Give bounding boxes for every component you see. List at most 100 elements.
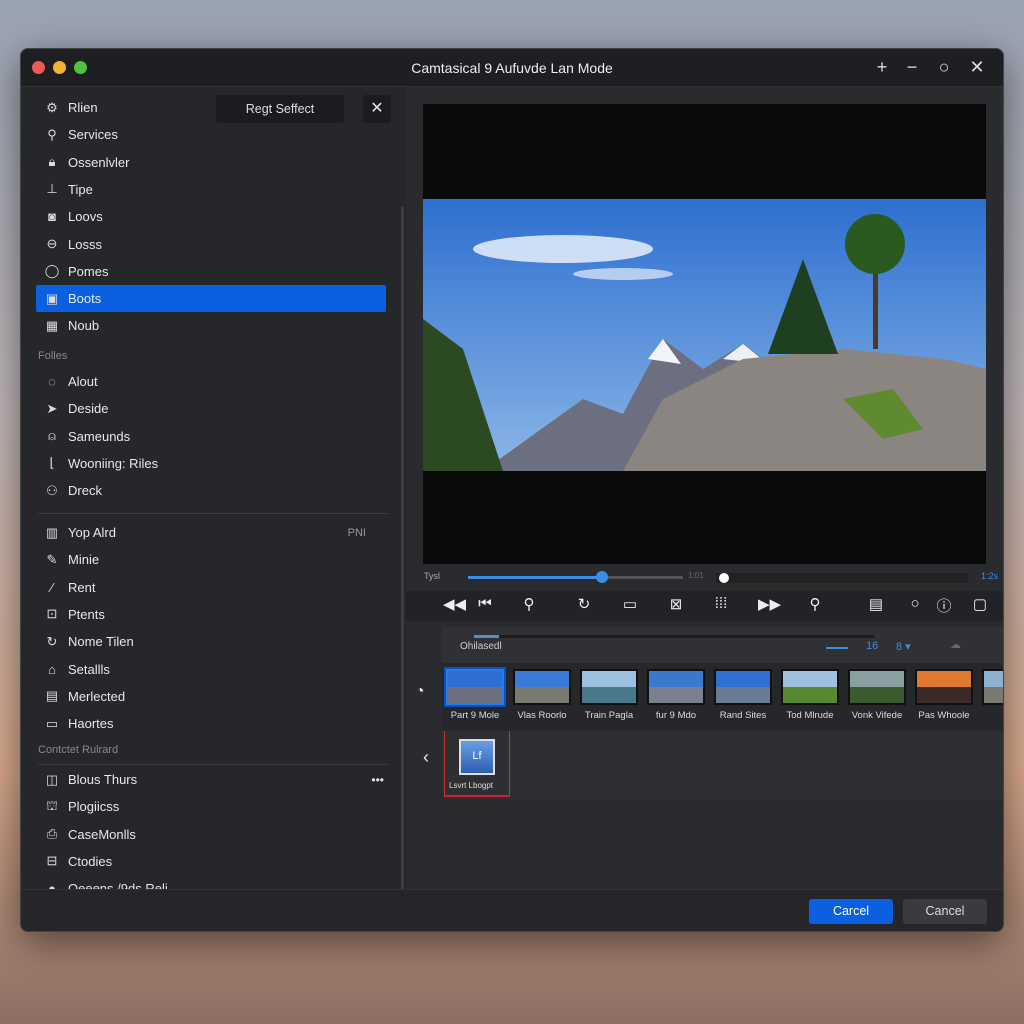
sidebar-item-sameunds[interactable]: ⍝ Sameunds [36,423,386,450]
sidebar-item-blous-thurs[interactable]: ◫ Blous Thurs ••• [36,766,386,793]
sidebar-item-losss[interactable]: ⊖ Losss [36,231,386,258]
sidebar-item-rlien[interactable]: ⚙ Rlien [36,94,386,121]
sidebar-item-ctodies[interactable]: ⊟ Ctodies [36,848,386,875]
sidebar-item-deside[interactable]: ➤ Deside [36,395,386,422]
sidebar-item-ossenlvler[interactable]: 🔒︎ Ossenlvler [36,149,386,176]
bell-icon: ⍝ [48,428,56,444]
cancel-button[interactable]: Cancel [903,899,987,924]
record-icon[interactable]: ○ [904,595,926,612]
sidebar-item-setallls[interactable]: ⌂ Setallls [36,656,386,683]
clip-thumbnail[interactable] [714,669,772,705]
volume-track[interactable] [716,573,968,583]
sidebar-item-label: Rent [68,579,96,595]
sidebar-item-label: Losss [68,236,102,252]
sidebar-item-nome-tilen[interactable]: ↻ Nome Tilen [36,628,386,655]
back-chevron-icon[interactable]: ‹ [423,747,429,768]
sidebar-item-plogiicss[interactable]: ⛫ Plogiicss [36,793,386,820]
crop-icon[interactable]: ▭ [619,595,641,613]
clip-thumbnail[interactable] [580,669,638,705]
rewind-icon[interactable]: ◀◀ [443,595,466,613]
add-icon[interactable]: + [871,57,893,78]
sidebar-scrollbar[interactable] [401,207,404,889]
sidebar-item-merlected[interactable]: ▤ Merlected [36,683,386,710]
file-icon: ⌊ [49,455,55,471]
briefcase-icon: ⊡ [46,606,58,622]
folder-icon: ▣ [45,290,59,306]
divider [38,513,388,514]
clip-thumbnail[interactable] [781,669,839,705]
sidebar-item-ptents[interactable]: ⊡ Ptents [36,601,386,628]
sidebar-item-label: Loovs [68,209,103,225]
sidebar-item-services[interactable]: ⚲ Services [36,121,386,148]
clip-label: Pas Whoole [918,710,970,721]
gear-icon: ⚙ [46,99,58,115]
sidebar-item-casemonlls[interactable]: ⎙ CaseMonlls [36,821,386,848]
sidebar-item-rent[interactable]: ⁄ Rent [36,574,386,601]
clip-thumbnail[interactable] [848,669,906,705]
editor-main: Tysl 1:01 1:2s ◀◀ ⏮ ⚲ ↻ ▭ ⊠ ⁞⁞⁞ ▶▶ ⚲ ▤ ○… [406,87,1003,889]
sidebar-item-haortes[interactable]: ▭ Haortes [36,710,386,737]
clip-strip: Part 9 Mole Vlas Roorlo Train Pagla fur 9 M… [442,663,1003,731]
circle-icon: ● [48,881,56,889]
clip-thumbnail[interactable] [647,669,705,705]
clip-label: Hori [978,710,1003,721]
progress-handle[interactable] [596,571,608,583]
track-count-dropdown[interactable]: 8 ▾ [896,640,911,653]
sidebar-item-label: Plogiicss [68,799,120,815]
clip-thumbnail[interactable] [513,669,571,705]
info-icon[interactable]: ⓘ [933,595,955,616]
sidebar-item-yop-alrd[interactable]: ▥ Yop Alrd PNI [36,519,386,546]
clip-thumbnail[interactable] [982,669,1003,705]
sidebar-item-boots[interactable]: ▣ Boots [36,285,386,313]
clip-thumbnail-icon: Lf [459,739,495,775]
pencil-icon: ✎ [46,551,58,567]
marker-icon[interactable]: ⚲ [518,595,540,613]
sidebar-item-label: Oeeens /9ds Reli [68,881,168,889]
sidebar-item-label: Alout [68,374,98,389]
sidebar-item-dreck[interactable]: ⚇ Dreck [36,477,386,504]
sidebar-item-oeeens-9ds-reli[interactable]: ● Oeeens /9ds Reli [36,875,386,889]
sidebar-item-pomes[interactable]: ◯ Pomes [36,258,386,285]
step-icon[interactable]: ⏮ [474,595,496,612]
volume-handle[interactable] [719,573,729,583]
duration: 1:2s [981,571,999,581]
sidebar-item-label: Deside [68,401,109,417]
progress-fill [468,576,602,579]
clip-thumbnail[interactable] [915,669,973,705]
timeline-header: Ohilasedl 16 8 ▾ ☁ [442,627,1003,663]
stamp-icon: ⊥ [46,181,58,197]
clip-thumbnail[interactable] [446,669,504,705]
sidebar-item-minie[interactable]: ✎ Minie [36,546,386,573]
track-count: 8 [896,641,903,653]
close-icon[interactable]: ✕ [966,57,988,78]
film-icon[interactable]: ⊠ [665,595,687,613]
title-bar: Camtasical 9 Aufuvde Lan Mode + − ○ ✕ [21,49,1003,87]
loop-icon[interactable]: ↻ [573,595,595,613]
sidebar-item-noub[interactable]: ▦ Noub [36,312,386,339]
brush-icon: ⁄ [50,579,54,595]
search-icon[interactable]: ⚲ [804,595,826,613]
save-icon[interactable]: ▢ [969,595,991,613]
sidebar-item-label: Tipe [68,181,93,197]
clip-label: Rand Sites [719,710,767,721]
sidebar-item-label: Services [68,127,118,143]
cloud-icon[interactable]: ☁ [950,638,961,651]
more-options-button[interactable]: ••• [371,773,384,787]
restore-icon[interactable]: ○ [933,57,955,78]
sidebar-item-wooniing-riles[interactable]: ⌊ Wooniing: Riles [36,450,386,477]
grid-icon[interactable]: ⁞⁞⁞ [710,595,732,612]
minimize-icon[interactable]: − [901,57,923,78]
video-preview[interactable] [423,104,986,564]
sidebar-item-label: Haortes [68,716,114,732]
sidebar-item-tipe[interactable]: ⊥ Tipe [36,176,386,203]
track-clip[interactable]: Lf Lsvrt Lbogpt [444,731,510,797]
timeline-clock-icon[interactable]: ◔ [415,683,425,701]
sidebar-item-alout[interactable]: ◌ Alout [36,368,386,395]
door-icon: ◫ [45,771,59,787]
caption-icon[interactable]: ▤ [865,595,887,613]
sidebar-item-loovs[interactable]: ◙ Loovs [36,203,386,230]
playback-scrubber[interactable]: Tysl 1:01 1:2s [406,567,1003,591]
primary-cancel-button[interactable]: Carcel [809,899,893,924]
fast-forward-icon[interactable]: ▶▶ [758,595,781,613]
document-icon: ▤ [45,688,59,704]
